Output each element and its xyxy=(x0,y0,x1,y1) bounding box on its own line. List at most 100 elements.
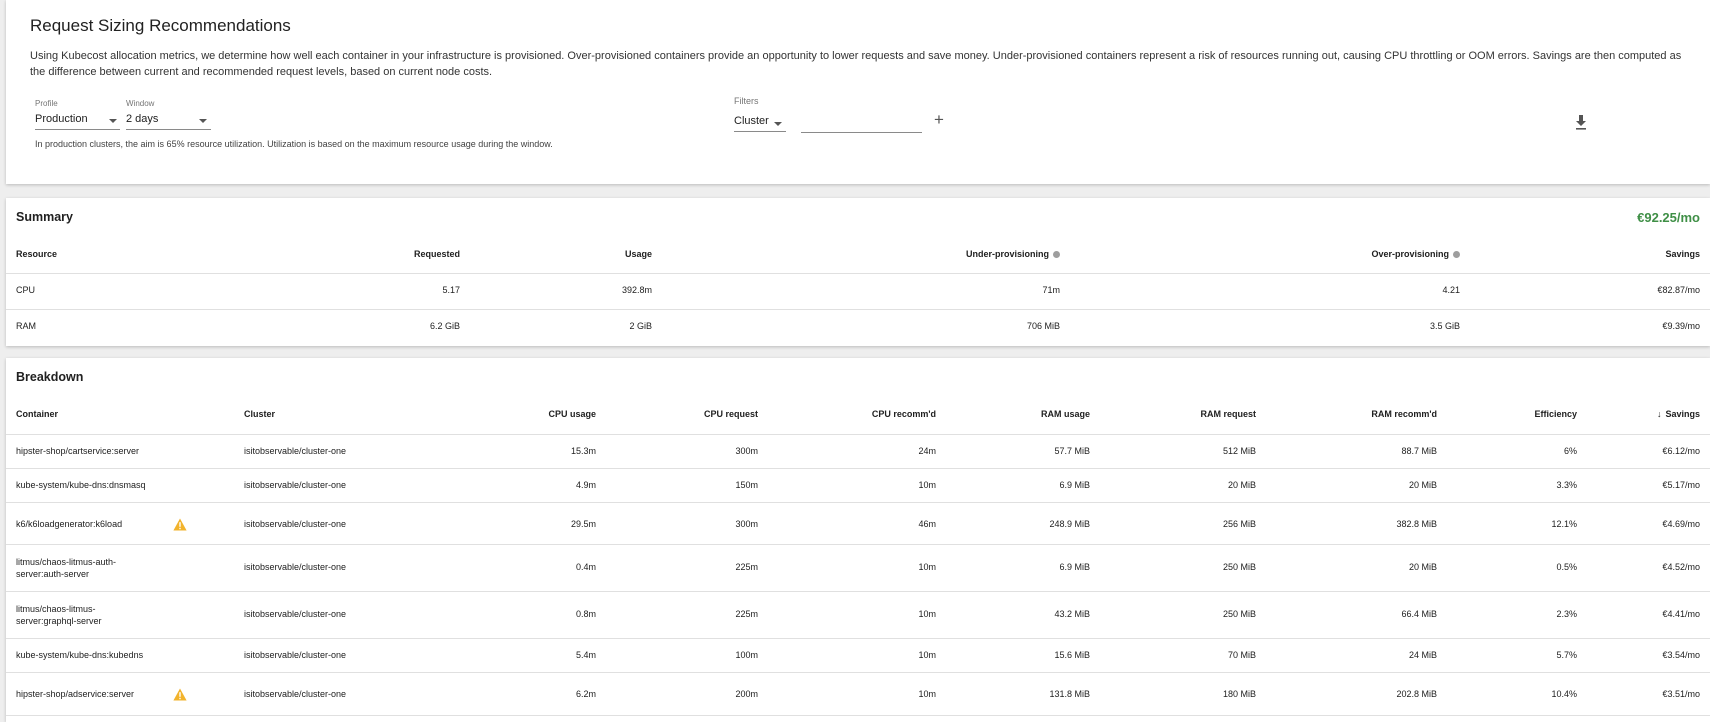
summary-ram-under: 706 MiB xyxy=(1026,321,1060,331)
cell-ram-request: 250 MiB xyxy=(1222,609,1256,619)
col-container[interactable]: Container xyxy=(16,409,58,419)
cell-container: hipster-shop/adservice:server xyxy=(16,689,135,699)
cell-savings: €3.54/mo xyxy=(1662,650,1700,660)
summary-cpu-requested: 5.17 xyxy=(442,285,460,295)
divider xyxy=(6,638,1710,639)
cell-ram-request: 180 MiB xyxy=(1222,689,1256,699)
col-savings[interactable]: ↓ Savings xyxy=(1657,409,1700,419)
summary-col-over-provisioning[interactable]: Over-provisioning xyxy=(1371,249,1460,259)
summary-col-under-label: Under-provisioning xyxy=(966,249,1049,259)
cell-cpu-recommended: 10m xyxy=(918,609,936,619)
summary-col-savings[interactable]: Savings xyxy=(1665,249,1700,259)
chevron-down-icon xyxy=(774,122,782,126)
col-ram-request[interactable]: RAM request xyxy=(1200,409,1256,419)
divider xyxy=(6,544,1710,545)
cell-container: kube-system/kube-dns:dnsmasq xyxy=(16,480,146,490)
divider xyxy=(6,591,1710,592)
profile-label: Profile xyxy=(35,99,58,108)
cell-ram-recommended: 382.8 MiB xyxy=(1396,519,1437,529)
cell-container: hipster-shop/cartservice:server xyxy=(16,446,140,456)
cell-ram-recommended: 24 MiB xyxy=(1408,650,1437,660)
info-icon[interactable] xyxy=(1453,251,1460,258)
cell-cluster: isitobservable/cluster-one xyxy=(244,689,347,699)
filter-type-value: Cluster xyxy=(734,115,769,127)
sort-desc-icon: ↓ xyxy=(1656,409,1662,419)
cell-efficiency: 5.7% xyxy=(1556,650,1577,660)
info-icon[interactable] xyxy=(1053,251,1060,258)
cell-cpu-request: 300m xyxy=(735,519,758,529)
cell-ram-usage: 15.6 MiB xyxy=(1054,650,1090,660)
chevron-down-icon xyxy=(199,119,207,123)
summary-cpu-savings: €82.87/mo xyxy=(1657,285,1700,295)
summary-cpu-resource: CPU xyxy=(16,285,36,295)
col-ram-recommended[interactable]: RAM recomm'd xyxy=(1371,409,1437,419)
cell-savings: €5.17/mo xyxy=(1662,480,1700,490)
profile-select[interactable]: Production xyxy=(35,108,120,130)
cell-cluster: isitobservable/cluster-one xyxy=(244,650,347,660)
col-cpu-usage[interactable]: CPU usage xyxy=(548,409,596,419)
cell-cluster: isitobservable/cluster-one xyxy=(244,609,347,619)
cell-savings: €4.52/mo xyxy=(1662,562,1700,572)
summary-cpu-over: 4.21 xyxy=(1442,285,1460,295)
col-cluster[interactable]: Cluster xyxy=(244,409,275,419)
col-cpu-recommended[interactable]: CPU recomm'd xyxy=(872,409,936,419)
cell-cluster: isitobservable/cluster-one xyxy=(244,562,347,572)
col-ram-usage[interactable]: RAM usage xyxy=(1041,409,1090,419)
cell-cpu-usage: 4.9m xyxy=(575,480,596,490)
cell-container: litmus/chaos-litmus-server:graphql-serve… xyxy=(16,604,102,626)
cell-ram-usage: 6.9 MiB xyxy=(1059,562,1090,572)
cell-container: k6/k6loadgenerator:k6load xyxy=(16,519,123,529)
cell-cpu-usage: 6.2m xyxy=(575,689,596,699)
summary-cpu-under: 71m xyxy=(1042,285,1060,295)
cell-ram-usage: 57.7 MiB xyxy=(1054,446,1090,456)
cell-cpu-recommended: 46m xyxy=(918,519,936,529)
summary-ram-requested: 6.2 GiB xyxy=(429,321,460,331)
window-select[interactable]: 2 days xyxy=(126,108,211,130)
col-cpu-request[interactable]: CPU request xyxy=(704,409,758,419)
col-savings-label: Savings xyxy=(1665,409,1700,419)
cell-cluster: isitobservable/cluster-one xyxy=(244,446,347,456)
filter-type-select[interactable]: Cluster xyxy=(734,110,786,132)
header-card: Request Sizing Recommendations Using Kub… xyxy=(6,0,1710,184)
cell-container: litmus/chaos-litmus-auth-server:auth-ser… xyxy=(16,557,117,579)
profile-control: Profile xyxy=(35,99,58,108)
cell-cpu-recommended: 10m xyxy=(918,562,936,572)
cell-efficiency: 12.1% xyxy=(1551,519,1577,529)
cell-cpu-recommended: 24m xyxy=(918,446,936,456)
divider xyxy=(6,715,1710,716)
cell-savings: €4.41/mo xyxy=(1662,609,1700,619)
add-filter-button[interactable]: + xyxy=(934,111,944,128)
download-icon[interactable] xyxy=(1574,114,1588,130)
cell-cpu-request: 150m xyxy=(735,480,758,490)
cell-cpu-request: 225m xyxy=(735,562,758,572)
cell-savings: €4.69/mo xyxy=(1662,519,1700,529)
window-label: Window xyxy=(126,99,155,108)
window-value: 2 days xyxy=(126,113,159,125)
warning-icon xyxy=(173,688,187,701)
cell-ram-usage: 131.8 MiB xyxy=(1049,689,1090,699)
filter-value-input[interactable] xyxy=(801,108,922,133)
cell-cpu-request: 300m xyxy=(735,446,758,456)
summary-col-under-provisioning[interactable]: Under-provisioning xyxy=(966,249,1060,259)
summary-col-resource[interactable]: Resource xyxy=(16,249,57,259)
summary-col-usage[interactable]: Usage xyxy=(625,249,652,259)
cell-ram-recommended: 20 MiB xyxy=(1408,480,1437,490)
col-efficiency[interactable]: Efficiency xyxy=(1534,409,1577,419)
cell-container: kube-system/kube-dns:kubedns xyxy=(16,650,144,660)
summary-col-over-label: Over-provisioning xyxy=(1371,249,1449,259)
cell-savings: €6.12/mo xyxy=(1662,446,1700,456)
cell-savings: €3.51/mo xyxy=(1662,689,1700,699)
divider xyxy=(6,502,1710,503)
breakdown-title: Breakdown xyxy=(16,370,84,384)
cell-ram-usage: 43.2 MiB xyxy=(1054,609,1090,619)
cell-cpu-recommended: 10m xyxy=(918,480,936,490)
summary-col-requested[interactable]: Requested xyxy=(414,249,460,259)
cell-cpu-usage: 0.4m xyxy=(575,562,596,572)
window-control: Window xyxy=(126,99,154,108)
cell-ram-recommended: 20 MiB xyxy=(1408,562,1437,572)
cell-cpu-usage: 15.3m xyxy=(570,446,596,456)
summary-cpu-usage: 392.8m xyxy=(621,285,652,295)
cell-cpu-request: 100m xyxy=(735,650,758,660)
divider xyxy=(6,468,1710,469)
cell-cluster: isitobservable/cluster-one xyxy=(244,480,347,490)
